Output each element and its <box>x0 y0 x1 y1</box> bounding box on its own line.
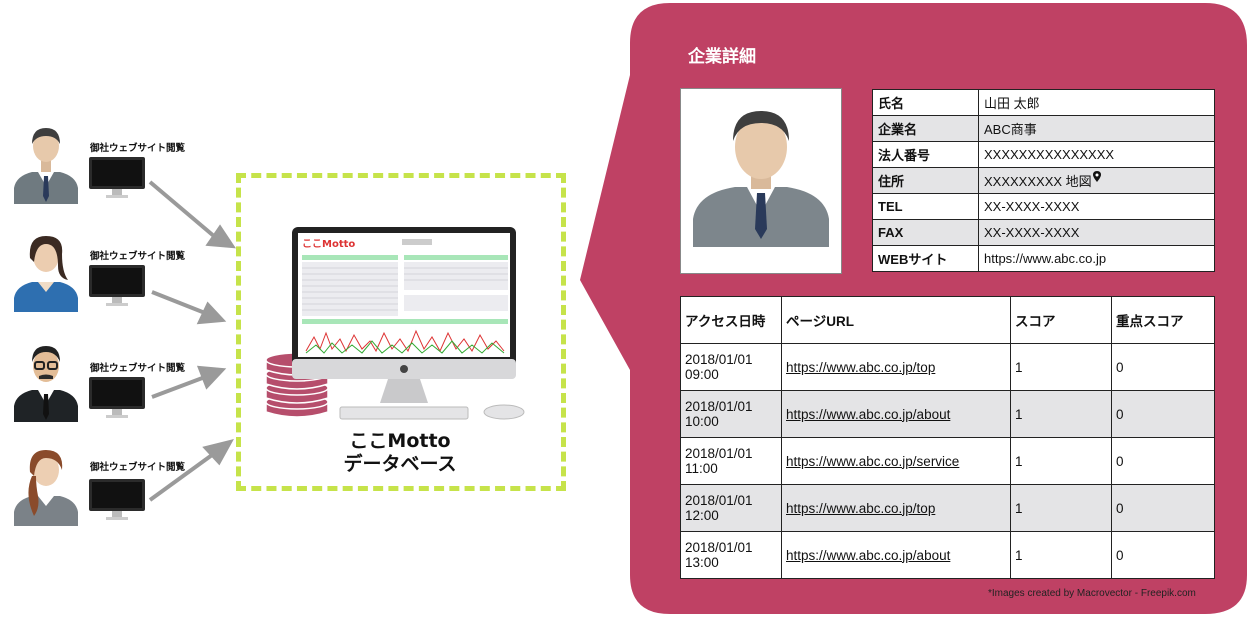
info-row: 企業名 ABC商事 <box>872 115 1215 142</box>
page-url-cell: https://www.abc.co.jp/about <box>781 531 1011 579</box>
info-value: ABC商事 <box>978 115 1215 142</box>
key-score: 0 <box>1111 484 1215 532</box>
info-value: XXXXXXXXXXXXXXX <box>978 141 1215 168</box>
info-value: https://www.abc.co.jp <box>978 245 1215 272</box>
access-row: 2018/01/01 10:00 https://www.abc.co.jp/ab… <box>680 390 1215 438</box>
access-time: 2018/01/01 10:00 <box>680 390 782 438</box>
access-time: 2018/01/01 13:00 <box>680 531 782 579</box>
company-info-table: 氏名 山田 太郎 企業名 ABC商事 法人番号 XXXXXXXXXXXXXXX 住所 X… <box>872 89 1215 272</box>
col-header-key-score: 重点スコア <box>1111 296 1215 344</box>
info-key: 住所 <box>872 167 979 194</box>
image-credit: *Images created by Macrovector - Freepik… <box>988 588 1196 599</box>
access-row: 2018/01/01 09:00 https://www.abc.co.jp/to… <box>680 343 1215 391</box>
monitor-icon <box>89 265 145 306</box>
map-pin-icon[interactable] <box>1092 171 1101 182</box>
app-logo: ここMotto <box>302 239 355 250</box>
key-score: 0 <box>1111 437 1215 485</box>
score: 1 <box>1010 343 1112 391</box>
info-value: XX-XXXX-XXXX <box>978 193 1215 220</box>
page-url-link[interactable]: https://www.abc.co.jp/top <box>786 360 935 375</box>
page-url-link[interactable]: https://www.abc.co.jp/service <box>786 454 959 469</box>
imac-computer-icon: ここMotto <box>292 227 525 420</box>
score: 1 <box>1010 484 1112 532</box>
visitor-caption: 御社ウェブサイト閲覧 <box>90 251 186 262</box>
access-header-row: アクセス日時 ページURL スコア 重点スコア <box>680 296 1215 344</box>
database-label-line2: データベース <box>343 453 457 475</box>
info-key: 企業名 <box>872 115 979 142</box>
woman-with-braid-avatar-icon <box>14 450 78 526</box>
info-key: 氏名 <box>872 89 979 116</box>
access-date: 2018/01/01 <box>685 352 753 367</box>
info-key: FAX <box>872 219 979 246</box>
info-value: XXXXXXXXX 地図 <box>978 167 1215 194</box>
info-row: 住所 XXXXXXXXX 地図 <box>872 167 1215 194</box>
access-time: 2018/01/01 09:00 <box>680 343 782 391</box>
monitor-icon <box>89 479 145 520</box>
access-clock: 11:00 <box>685 461 718 476</box>
access-time: 2018/01/01 11:00 <box>680 437 782 485</box>
info-key: 法人番号 <box>872 141 979 168</box>
visitor-caption: 御社ウェブサイト閲覧 <box>90 143 186 154</box>
access-date: 2018/01/01 <box>685 493 753 508</box>
access-clock: 12:00 <box>685 508 719 523</box>
monitor-icon <box>89 377 145 418</box>
col-header-score: スコア <box>1010 296 1112 344</box>
man-avatar-icon <box>14 128 78 204</box>
visitor-caption: 御社ウェブサイト閲覧 <box>90 462 186 473</box>
profile-photo <box>680 88 842 274</box>
col-header-page-url: ページURL <box>781 296 1011 344</box>
info-row: 氏名 山田 太郎 <box>872 89 1215 116</box>
man-avatar-icon <box>693 111 829 247</box>
database-label-line1: ここMotto <box>349 430 451 452</box>
score: 1 <box>1010 390 1112 438</box>
access-clock: 09:00 <box>685 367 719 382</box>
access-date: 2018/01/01 <box>685 540 753 555</box>
access-date: 2018/01/01 <box>685 446 753 461</box>
access-clock: 10:00 <box>685 414 719 429</box>
page-url-cell: https://www.abc.co.jp/top <box>781 484 1011 532</box>
info-row: WEBサイト https://www.abc.co.jp <box>872 245 1215 272</box>
col-header-access-time: アクセス日時 <box>680 296 782 344</box>
page-url-cell: https://www.abc.co.jp/top <box>781 343 1011 391</box>
access-time: 2018/01/01 12:00 <box>680 484 782 532</box>
info-key: WEBサイト <box>872 245 979 272</box>
key-score: 0 <box>1111 390 1215 438</box>
man-with-glasses-avatar-icon <box>14 346 78 422</box>
access-row: 2018/01/01 11:00 https://www.abc.co.jp/se… <box>680 437 1215 485</box>
access-log-table: アクセス日時 ページURL スコア 重点スコア 2018/01/01 09:00 … <box>680 296 1215 579</box>
key-score: 0 <box>1111 343 1215 391</box>
page-url-cell: https://www.abc.co.jp/service <box>781 437 1011 485</box>
page-url-link[interactable]: https://www.abc.co.jp/about <box>786 548 950 563</box>
info-row: TEL XX-XXXX-XXXX <box>872 193 1215 220</box>
key-score: 0 <box>1111 531 1215 579</box>
woman-avatar-icon <box>14 236 78 312</box>
monitor-icon <box>89 157 145 198</box>
info-row: 法人番号 XXXXXXXXXXXXXXX <box>872 141 1215 168</box>
visitor-caption: 御社ウェブサイト閲覧 <box>90 363 186 374</box>
page-url-link[interactable]: https://www.abc.co.jp/about <box>786 407 950 422</box>
access-row: 2018/01/01 12:00 https://www.abc.co.jp/to… <box>680 484 1215 532</box>
info-value: XX-XXXX-XXXX <box>978 219 1215 246</box>
info-key: TEL <box>872 193 979 220</box>
access-clock: 13:00 <box>685 555 719 570</box>
info-value: 山田 太郎 <box>978 89 1215 116</box>
page-url-link[interactable]: https://www.abc.co.jp/top <box>786 501 935 516</box>
access-row: 2018/01/01 13:00 https://www.abc.co.jp/ab… <box>680 531 1215 579</box>
info-row: FAX XX-XXXX-XXXX <box>872 219 1215 246</box>
access-date: 2018/01/01 <box>685 399 753 414</box>
score: 1 <box>1010 437 1112 485</box>
score: 1 <box>1010 531 1112 579</box>
address-value: XXXXXXXXX 地図 <box>984 174 1092 189</box>
page-url-cell: https://www.abc.co.jp/about <box>781 390 1011 438</box>
panel-title: 企業詳細 <box>688 47 756 67</box>
